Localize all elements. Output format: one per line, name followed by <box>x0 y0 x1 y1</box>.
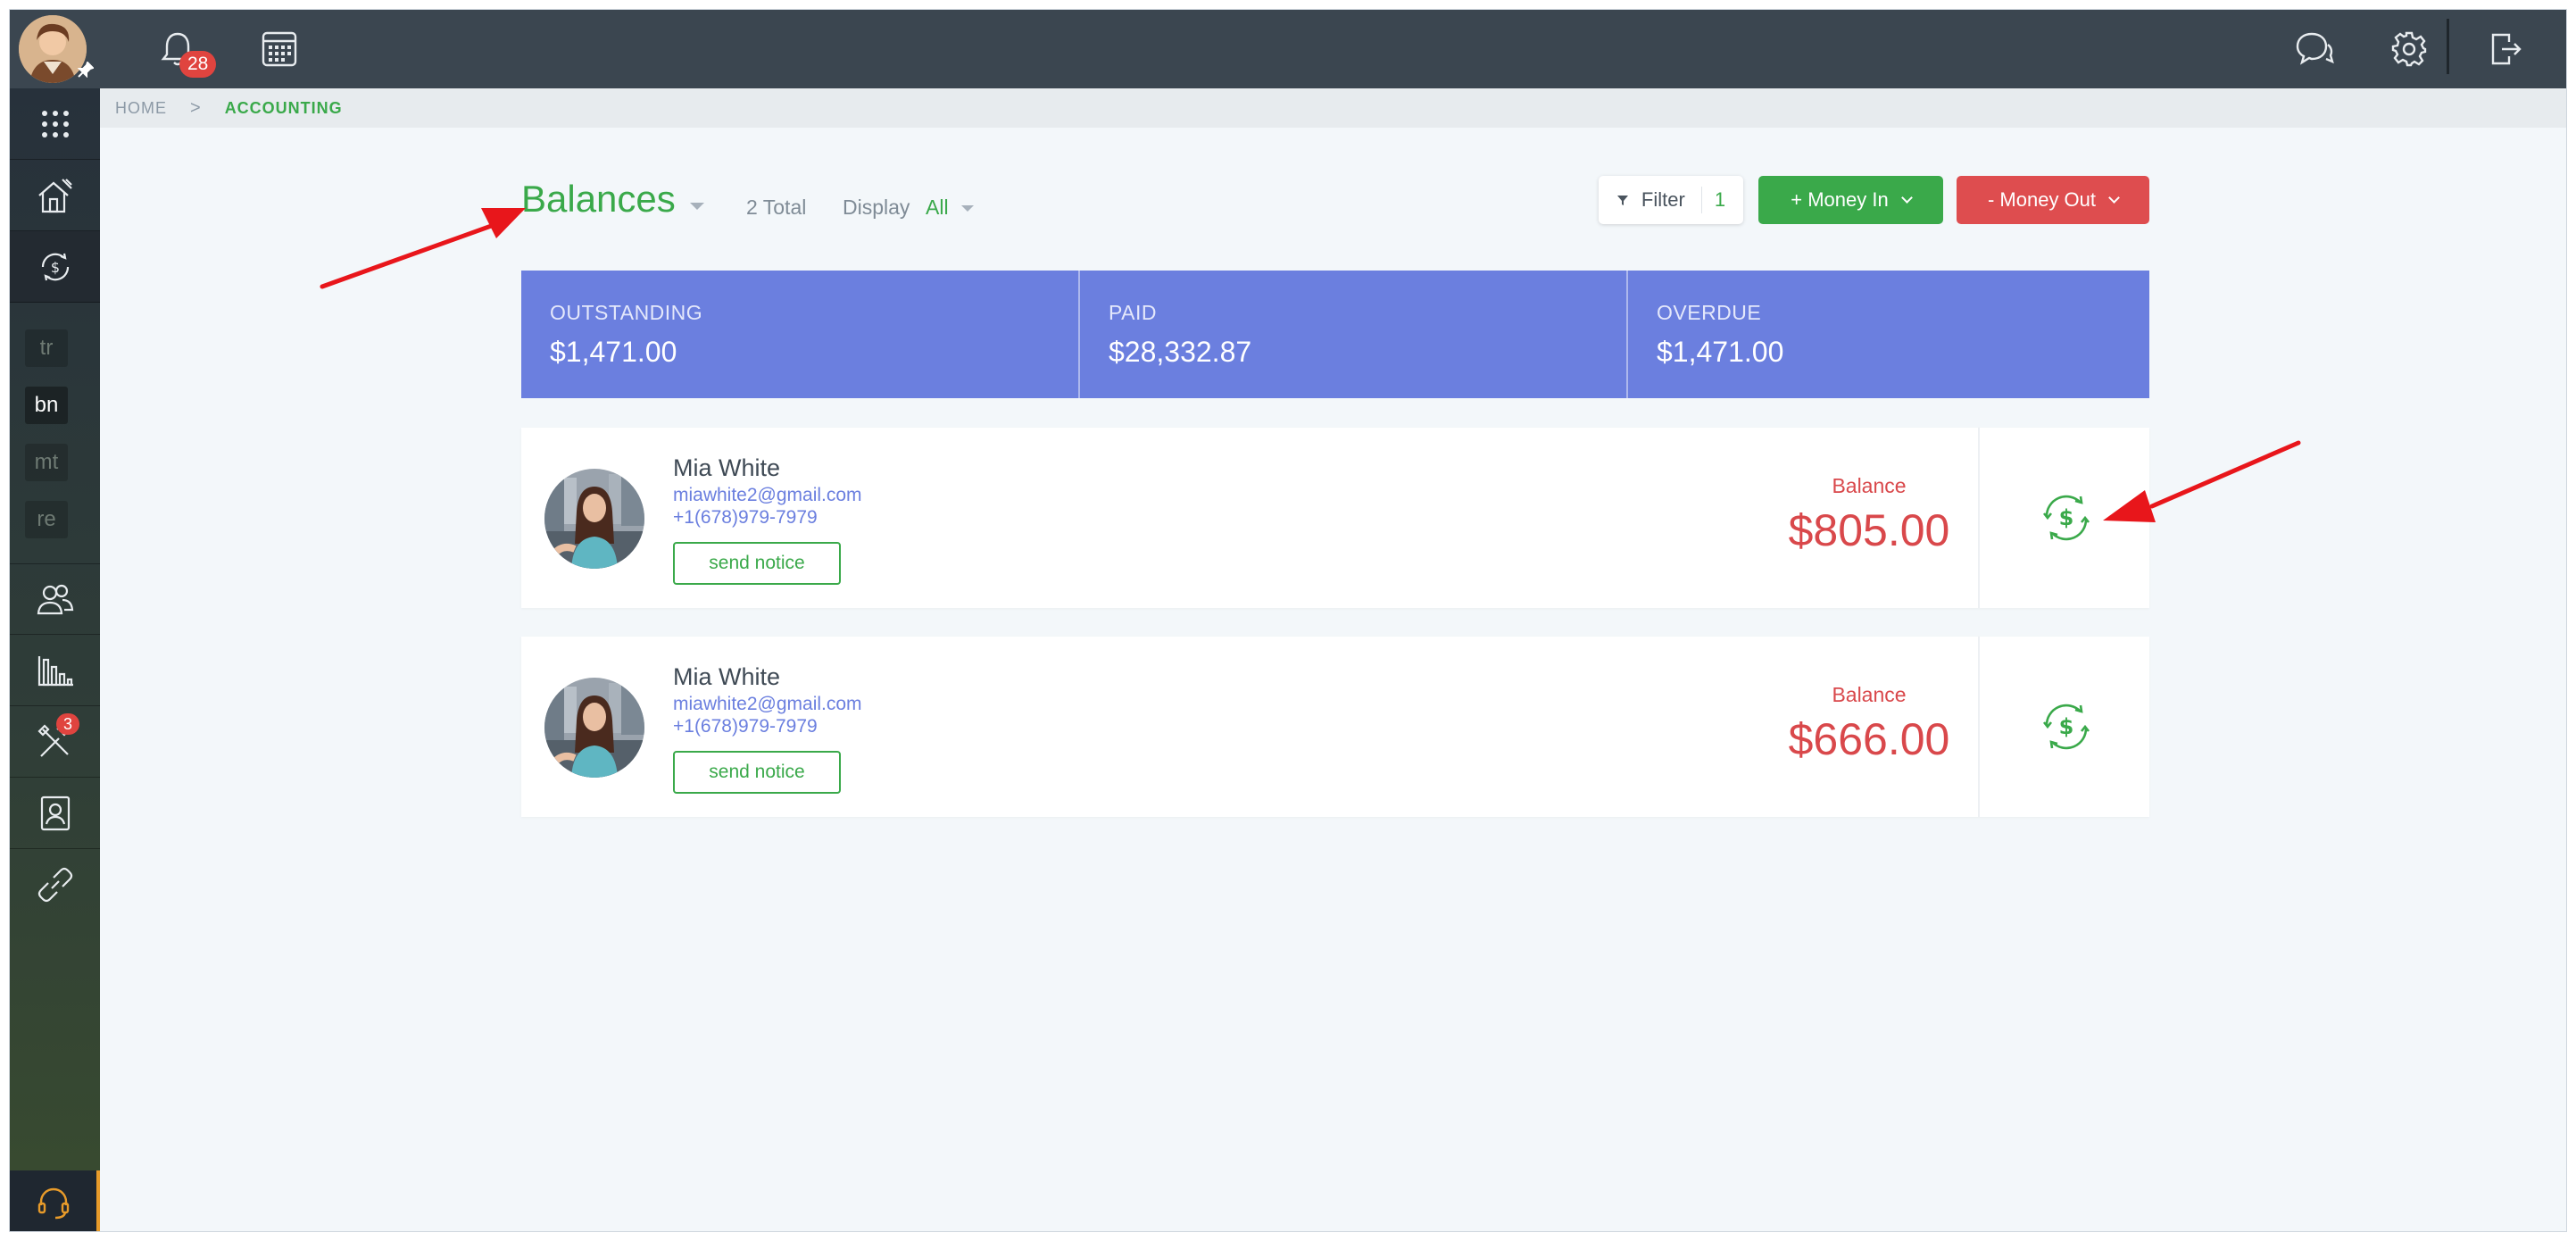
sidebar-item-reports[interactable] <box>10 635 100 706</box>
calendar-icon[interactable] <box>256 26 303 72</box>
money-exchange-icon: $ <box>2042 495 2090 541</box>
filter-icon <box>1616 196 1628 205</box>
stat-value: $1,471.00 <box>1657 336 1784 368</box>
support-button[interactable] <box>10 1170 100 1231</box>
sidebar-item-people[interactable] <box>10 563 100 635</box>
breadcrumb-current: ACCOUNTING <box>224 98 343 117</box>
filter-label: Filter <box>1641 188 1685 211</box>
sidebar-shortcut-tr[interactable]: tr <box>25 329 68 367</box>
send-notice-button[interactable]: send notice <box>673 542 841 585</box>
stat-value: $28,332.87 <box>1109 336 1252 368</box>
tenant-email[interactable]: miawhite2@gmail.com <box>673 694 862 715</box>
page-title[interactable]: Balances <box>521 178 676 221</box>
money-out-button[interactable]: - Money Out <box>1957 176 2149 224</box>
tenant-avatar <box>544 469 644 569</box>
tenant-avatar <box>544 678 644 778</box>
sidebar-shortcut-mt[interactable]: mt <box>25 444 68 481</box>
card-divider <box>1978 428 1980 608</box>
money-in-button[interactable]: + Money In <box>1758 176 1943 224</box>
balance-amount: $805.00 <box>1788 505 1950 555</box>
sidebar-shortcut-re[interactable]: re <box>25 501 68 538</box>
tenant-email[interactable]: miawhite2@gmail.com <box>673 485 862 506</box>
balance-label: Balance <box>1832 474 1907 497</box>
svg-text:$: $ <box>2059 714 2074 739</box>
stat-paid[interactable]: PAID $28,332.87 <box>1080 271 1628 398</box>
chevron-down-icon <box>2108 191 2120 204</box>
chat-icon[interactable] <box>2291 26 2338 72</box>
money-out-label: - Money Out <box>1987 188 2097 211</box>
settings-gear-icon[interactable] <box>2386 26 2432 72</box>
sidebar-item-links[interactable] <box>10 849 100 920</box>
filter-button[interactable]: Filter 1 <box>1599 176 1743 224</box>
filter-count: 1 <box>1700 187 1725 213</box>
balance-label: Balance <box>1832 683 1907 706</box>
stat-label: PAID <box>1109 301 1157 324</box>
card-divider <box>1978 637 1980 817</box>
total-count: 2 Total <box>746 196 807 219</box>
reports-icon <box>37 655 73 686</box>
balance-amount: $666.00 <box>1788 714 1950 764</box>
user-avatar[interactable] <box>19 15 87 83</box>
notifications-badge: 28 <box>179 51 217 78</box>
breadcrumb: HOME > ACCOUNTING <box>100 88 2566 128</box>
apps-grid-icon <box>41 110 69 137</box>
logout-icon[interactable] <box>2482 26 2529 72</box>
svg-text:$: $ <box>50 259 59 276</box>
support-icon <box>37 1187 69 1220</box>
svg-text:$: $ <box>2059 505 2074 530</box>
topbar-divider <box>2447 19 2449 74</box>
sidebar-item-tools[interactable]: 3 <box>10 706 100 778</box>
money-exchange-icon: $ <box>2042 704 2090 750</box>
title-chevron-down-icon[interactable] <box>690 203 704 210</box>
money-in-label: + Money In <box>1791 188 1889 211</box>
stat-outstanding[interactable]: OUTSTANDING $1,471.00 <box>521 271 1080 398</box>
summary-stats: OUTSTANDING $1,471.00 PAID $28,332.87 OV… <box>521 271 2149 398</box>
send-notice-button[interactable]: send notice <box>673 751 841 794</box>
chevron-down-icon <box>1900 191 1913 204</box>
sidebar-item-apps[interactable] <box>10 88 100 160</box>
annotation-arrows <box>320 208 2301 522</box>
balance-card: Mia White miawhite2@gmail.com +1(678)979… <box>521 637 2149 817</box>
sidebar-shortcut-bn[interactable]: bn <box>25 387 68 424</box>
annotation-arrow-title <box>320 208 526 289</box>
property-icon <box>37 178 72 212</box>
contacts-icon <box>40 795 70 830</box>
display-label: Display <box>843 196 910 219</box>
stat-label: OVERDUE <box>1657 301 1762 324</box>
notifications-bell-icon[interactable]: 28 <box>154 26 217 78</box>
sidebar: $ tr bn mt re 3 <box>10 88 100 1231</box>
sidebar-item-accounting[interactable]: $ <box>10 231 100 303</box>
record-payment-button[interactable]: $ <box>2039 490 2094 546</box>
breadcrumb-separator: > <box>190 97 202 118</box>
balance-card: Mia White miawhite2@gmail.com +1(678)979… <box>521 428 2149 608</box>
tenant-name[interactable]: Mia White <box>673 663 780 691</box>
breadcrumb-home[interactable]: HOME <box>115 99 167 118</box>
stat-value: $1,471.00 <box>550 336 677 368</box>
people-icon <box>37 584 73 615</box>
accounting-icon: $ <box>41 253 69 280</box>
display-select[interactable]: All <box>926 196 949 220</box>
display-chevron-down-icon[interactable] <box>961 205 974 212</box>
record-payment-button[interactable]: $ <box>2039 699 2094 754</box>
tools-badge: 3 <box>56 713 80 735</box>
link-icon <box>37 867 72 903</box>
stat-label: OUTSTANDING <box>550 301 703 324</box>
top-bar: 28 <box>10 10 2566 88</box>
app-window: 28 HOME > ACCOUNTING $ tr bn mt re 3 Bal… <box>9 9 2567 1232</box>
tenant-phone[interactable]: +1(678)979-7979 <box>673 716 818 737</box>
sidebar-item-properties[interactable] <box>10 160 100 231</box>
stat-overdue[interactable]: OVERDUE $1,471.00 <box>1628 271 2149 398</box>
tenant-name[interactable]: Mia White <box>673 454 780 482</box>
sidebar-item-contacts[interactable] <box>10 778 100 849</box>
tenant-phone[interactable]: +1(678)979-7979 <box>673 507 818 529</box>
pin-icon <box>77 61 95 83</box>
